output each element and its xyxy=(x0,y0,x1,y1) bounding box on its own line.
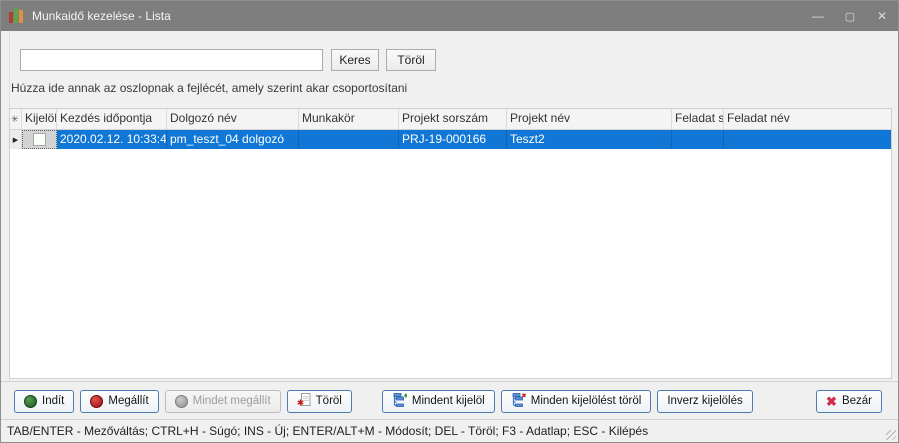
stop-circle-icon xyxy=(90,395,103,408)
minimize-icon[interactable]: — xyxy=(802,1,834,31)
cell-feladat-sor[interactable] xyxy=(672,130,724,149)
search-button[interactable]: Keres xyxy=(331,49,379,71)
cell-projekt-nev[interactable]: Teszt2 xyxy=(507,130,672,149)
column-header-feladat-nev[interactable]: Feladat név xyxy=(724,109,891,129)
column-header-projekt-sorszam[interactable]: Projekt sorszám xyxy=(399,109,507,129)
cell-kezdes-idopontja[interactable]: 2020.02.12. 10:33:46 xyxy=(57,130,167,149)
maximize-icon[interactable]: ▢ xyxy=(834,1,866,31)
close-x-icon: ✖ xyxy=(826,395,837,408)
column-header-projekt-nev[interactable]: Projekt név xyxy=(507,109,672,129)
start-circle-icon xyxy=(24,395,37,408)
clear-search-button[interactable]: Töröl xyxy=(386,49,436,71)
column-header-indicator[interactable]: ✳ xyxy=(10,109,22,129)
window-controls: — ▢ ✕ xyxy=(802,1,898,31)
search-input[interactable] xyxy=(20,49,323,71)
group-by-drop-zone[interactable]: Húzza ide annak az oszlopnak a fejlécét,… xyxy=(11,81,407,95)
select-all-tree-plus-icon xyxy=(392,393,407,410)
column-header-feladat-sor[interactable]: Feladat sor xyxy=(672,109,724,129)
resize-grip[interactable] xyxy=(886,430,896,440)
statusbar-hint-text: TAB/ENTER - Mezőváltás; CTRL+H - Súgó; I… xyxy=(7,424,648,438)
column-header-kijelolve[interactable]: Kijelölve xyxy=(22,109,57,129)
app-window: Munkaidő kezelése - Lista — ▢ ✕ Keres Tö… xyxy=(0,0,899,443)
statusbar: TAB/ENTER - Mezőváltás; CTRL+H - Súgó; I… xyxy=(1,419,898,442)
titlebar: Munkaidő kezelése - Lista — ▢ ✕ xyxy=(1,1,898,31)
invert-selection-button-label: Inverz kijelölés xyxy=(667,395,742,407)
stop-all-circle-icon xyxy=(175,395,188,408)
close-icon[interactable]: ✕ xyxy=(866,1,898,31)
delete-button-label: Töröl xyxy=(316,395,342,407)
stop-all-button[interactable]: Mindet megállít xyxy=(165,390,281,413)
grid-header-row: ✳ Kijelölve Kezdés időpontja Dolgozó név… xyxy=(10,109,891,130)
clear-selection-button-label: Minden kijelölést töröl xyxy=(531,395,642,407)
start-button-label: Indít xyxy=(42,395,64,407)
clear-selection-button[interactable]: Minden kijelölést töröl xyxy=(501,390,652,413)
invert-selection-button[interactable]: Inverz kijelölés xyxy=(657,390,752,413)
column-header-kezdes-idopontja[interactable]: Kezdés időpontja xyxy=(57,109,167,129)
close-dialog-button[interactable]: ✖ Bezár xyxy=(816,390,882,413)
select-all-button[interactable]: Mindent kijelöl xyxy=(382,390,495,413)
window-title: Munkaidő kezelése - Lista xyxy=(32,9,171,23)
bottom-button-bar: Indít Megállít Mindet megállít Töröl xyxy=(1,381,898,420)
stop-button[interactable]: Megállít xyxy=(80,390,158,413)
close-dialog-button-label: Bezár xyxy=(842,395,872,407)
row-checkbox[interactable] xyxy=(33,133,46,146)
column-header-munkakor[interactable]: Munkakör xyxy=(299,109,399,129)
table-row[interactable]: ▶ 2020.02.12. 10:33:46 pm_teszt_04 dolgo… xyxy=(10,130,891,149)
cell-dolgozo-nev[interactable]: pm_teszt_04 dolgozó xyxy=(167,130,299,149)
cell-projekt-sorszam[interactable]: PRJ-19-000166 xyxy=(399,130,507,149)
stop-button-label: Megállít xyxy=(108,395,148,407)
row-select-cell[interactable] xyxy=(22,130,57,149)
cell-munkakor[interactable] xyxy=(299,130,399,149)
start-button[interactable]: Indít xyxy=(14,390,74,413)
stop-all-button-label: Mindet megállít xyxy=(193,395,271,407)
cell-feladat-nev[interactable] xyxy=(724,130,891,149)
app-logo-icon xyxy=(9,8,25,24)
select-all-button-label: Mindent kijelöl xyxy=(412,395,485,407)
data-grid: ✳ Kijelölve Kezdés időpontja Dolgozó név… xyxy=(9,108,892,379)
row-indicator-icon: ▶ xyxy=(10,130,22,149)
delete-button[interactable]: Töröl xyxy=(287,390,352,413)
column-header-dolgozo-nev[interactable]: Dolgozó név xyxy=(167,109,299,129)
delete-document-icon xyxy=(297,393,311,410)
clear-selection-tree-x-icon xyxy=(511,393,526,410)
